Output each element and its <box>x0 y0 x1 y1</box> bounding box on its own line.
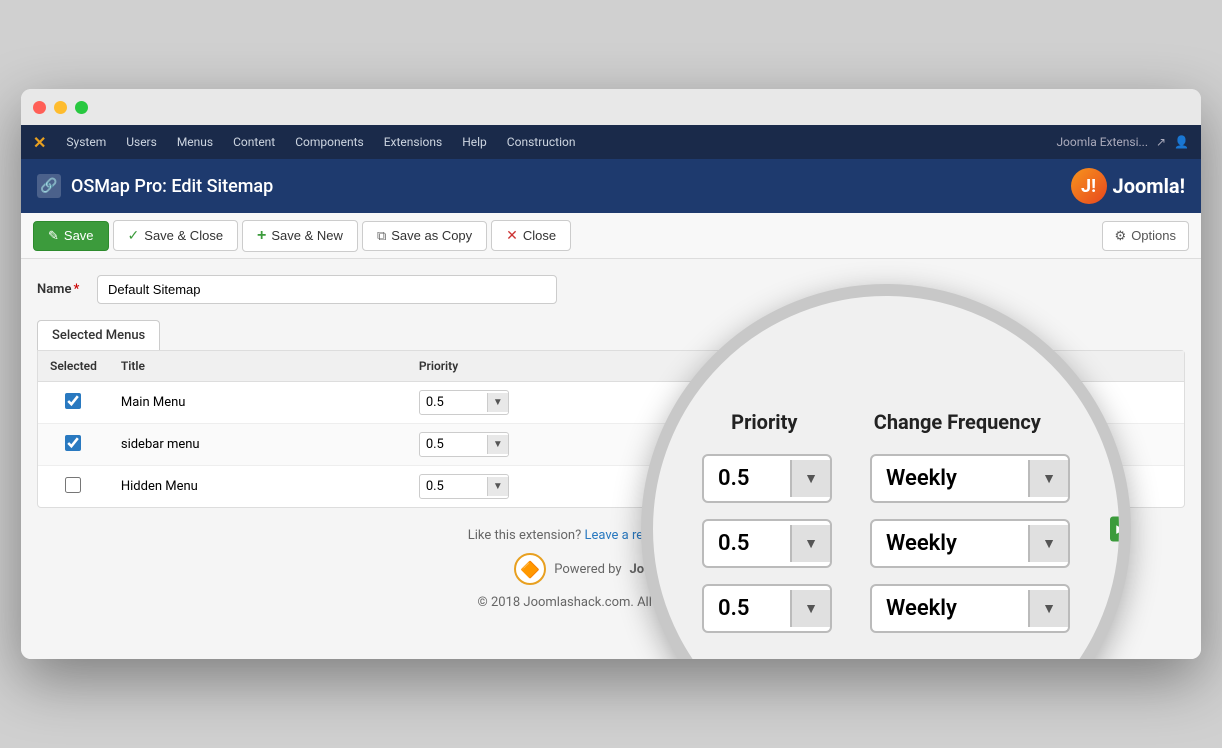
mag-priority-title: Priority <box>731 410 797 434</box>
close-button[interactable] <box>33 101 46 114</box>
nav-item-extensions[interactable]: Extensions <box>376 131 450 153</box>
close-button-toolbar[interactable]: ✕ Close <box>491 220 571 251</box>
nav-item-components[interactable]: Components <box>287 131 372 153</box>
mag-header: Priority Change Frequency <box>693 410 1079 434</box>
save-label: Save <box>64 228 94 243</box>
save-close-label: Save & Close <box>144 228 223 243</box>
row-title-2: Hidden Menu <box>109 466 407 508</box>
priority-arrow-1[interactable]: ▼ <box>487 435 508 454</box>
title-bar <box>21 89 1201 125</box>
priority-select-1[interactable]: 0.5 ▼ <box>419 432 509 457</box>
magnify-content: Priority Change Frequency 0.5 ▼ Weekly ▼… <box>653 296 1119 659</box>
mag-frequency-arrow-0[interactable]: ▼ <box>1028 460 1068 497</box>
nav-item-menus[interactable]: Menus <box>169 131 221 153</box>
required-marker: * <box>73 282 79 297</box>
page-title: OSMap Pro: Edit Sitemap <box>71 176 273 197</box>
name-input[interactable] <box>97 275 557 304</box>
mag-row-1: 0.5 ▼ Weekly ▼ <box>693 519 1079 568</box>
mag-green-tab: ▶ <box>1110 517 1131 542</box>
mag-frequency-title: Change Frequency <box>874 410 1041 434</box>
priority-select-0[interactable]: 0.5 ▼ <box>419 390 509 415</box>
page-title-area: 🔗 OSMap Pro: Edit Sitemap <box>37 174 273 198</box>
col-selected: Selected <box>38 351 109 382</box>
save-new-button[interactable]: + Save & New <box>242 220 358 252</box>
toolbar: ✎ Save ✓ Save & Close + Save & New ⧉ Sav… <box>21 213 1201 259</box>
nav-item-content[interactable]: Content <box>225 131 283 153</box>
save-copy-button[interactable]: ⧉ Save as Copy <box>362 221 487 251</box>
nav-item-system[interactable]: System <box>58 131 114 153</box>
checkbox-cell-0 <box>38 382 109 424</box>
joomla-brand-icon: J! <box>1071 168 1107 204</box>
external-link-icon: ↗ <box>1156 135 1166 149</box>
user-icon[interactable]: 👤 <box>1174 135 1189 149</box>
checkbox-cell-1 <box>38 424 109 466</box>
row-checkbox-1[interactable] <box>65 435 81 451</box>
gear-icon: ⚙ <box>1115 228 1127 244</box>
nav-item-users[interactable]: Users <box>118 131 165 153</box>
nav-right: Joomla Extensi... ↗ 👤 <box>1056 135 1189 149</box>
row-title-0: Main Menu <box>109 382 407 424</box>
copy-icon: ⧉ <box>377 228 386 244</box>
joomla-logo: J! Joomla! <box>1071 168 1185 204</box>
minimize-button[interactable] <box>54 101 67 114</box>
mag-frequency-select-1[interactable]: Weekly ▼ <box>870 519 1070 568</box>
powered-by-text: Powered by <box>554 562 621 577</box>
extension-text: Like this extension? <box>468 528 582 543</box>
col-title: Title <box>109 351 407 382</box>
joomlashack-icon: 🔶 <box>514 553 546 585</box>
mag-priority-select-2[interactable]: 0.5 ▼ <box>702 584 832 633</box>
save-button[interactable]: ✎ Save <box>33 221 109 251</box>
row-checkbox-2[interactable] <box>65 477 81 493</box>
x-icon: ✕ <box>506 227 518 244</box>
save-copy-label: Save as Copy <box>391 228 472 243</box>
row-title-1: sidebar menu <box>109 424 407 466</box>
options-button[interactable]: ⚙ Options <box>1102 221 1189 251</box>
priority-select-2[interactable]: 0.5 ▼ <box>419 474 509 499</box>
priority-arrow-2[interactable]: ▼ <box>487 477 508 496</box>
joomla-nav-logo: ✕ <box>33 133 46 152</box>
checkbox-cell-2 <box>38 466 109 508</box>
maximize-button[interactable] <box>75 101 88 114</box>
mag-frequency-arrow-2[interactable]: ▼ <box>1028 590 1068 627</box>
mag-row-0: 0.5 ▼ Weekly ▼ <box>693 454 1079 503</box>
mag-frequency-select-2[interactable]: Weekly ▼ <box>870 584 1070 633</box>
mag-row-2: 0.5 ▼ Weekly ▼ <box>693 584 1079 633</box>
col-priority: Priority <box>407 351 738 382</box>
name-label: Name* <box>37 282 87 297</box>
mag-priority-select-1[interactable]: 0.5 ▼ <box>702 519 832 568</box>
priority-arrow-0[interactable]: ▼ <box>487 393 508 412</box>
options-label: Options <box>1131 228 1176 243</box>
mag-priority-select-0[interactable]: 0.5 ▼ <box>702 454 832 503</box>
check-icon: ✓ <box>128 227 140 244</box>
tab-selected-menus[interactable]: Selected Menus <box>37 320 160 350</box>
plus-icon: + <box>257 227 266 245</box>
mag-priority-arrow-1[interactable]: ▼ <box>790 525 830 562</box>
mag-priority-arrow-0[interactable]: ▼ <box>790 460 830 497</box>
nav-item-construction[interactable]: Construction <box>499 131 584 153</box>
row-checkbox-0[interactable] <box>65 393 81 409</box>
joomla-extensions-link[interactable]: Joomla Extensi... <box>1056 135 1148 149</box>
joomla-brand-text: Joomla! <box>1113 174 1185 198</box>
top-nav: ✕ System Users Menus Content Components … <box>21 125 1201 159</box>
page-header: 🔗 OSMap Pro: Edit Sitemap J! Joomla! <box>21 159 1201 213</box>
page-title-icon: 🔗 <box>37 174 61 198</box>
name-field-row: Name* <box>37 275 1185 304</box>
mag-frequency-select-0[interactable]: Weekly ▼ <box>870 454 1070 503</box>
mag-priority-arrow-2[interactable]: ▼ <box>790 590 830 627</box>
nav-item-help[interactable]: Help <box>454 131 495 153</box>
save-icon: ✎ <box>48 228 59 244</box>
mag-frequency-arrow-1[interactable]: ▼ <box>1028 525 1068 562</box>
save-new-label: Save & New <box>271 228 343 243</box>
close-label: Close <box>523 228 556 243</box>
save-close-button[interactable]: ✓ Save & Close <box>113 220 239 251</box>
